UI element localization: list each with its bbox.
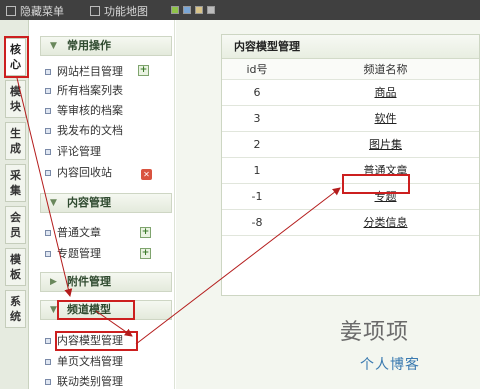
map-icon <box>90 6 100 16</box>
row-channel-name-cell: 图片集 <box>292 131 479 158</box>
bullet-icon <box>45 108 51 114</box>
function-map-button[interactable]: 功能地图 <box>90 3 148 19</box>
main-content: 内容模型管理 id号 频道名称 6 商品 3 软件 2 图片集 1 普通文章 -1 专题 … <box>176 20 480 389</box>
col-header-channel-name: 频道名称 <box>292 59 479 80</box>
bullet-icon <box>45 338 51 344</box>
channel-link[interactable]: 商品 <box>375 86 397 99</box>
tab-generate[interactable]: 生成 <box>5 122 26 160</box>
add-topic-icon[interactable]: + <box>140 248 151 259</box>
sidebar-item-label: 我发布的文档 <box>57 124 123 137</box>
bullet-icon <box>45 251 51 257</box>
theme-green-icon[interactable] <box>171 6 179 14</box>
sidebar-item-label: 等审核的档案 <box>57 104 123 117</box>
sidebar-item-label: 所有档案列表 <box>57 84 123 97</box>
table-row: 2 图片集 <box>222 131 479 158</box>
channel-link[interactable]: 软件 <box>375 112 397 125</box>
row-channel-name-cell: 软件 <box>292 105 479 132</box>
row-id: 2 <box>222 131 292 158</box>
chevron-down-icon: ▼ <box>50 305 57 315</box>
sidebar-item-normal-article[interactable]: 普通文章 <box>45 226 101 240</box>
row-channel-name-cell: 商品 <box>292 79 479 106</box>
bullet-icon <box>45 69 51 75</box>
bullet-icon <box>45 230 51 236</box>
add-article-icon[interactable]: + <box>140 227 151 238</box>
theme-blue-icon[interactable] <box>183 6 191 14</box>
chevron-down-icon: ▼ <box>50 41 57 51</box>
sidebar-item-topic-manage[interactable]: 专题管理 <box>45 247 101 261</box>
sidebar-item-comments[interactable]: 评论管理 <box>45 145 101 159</box>
highlight-channel-model <box>57 300 135 320</box>
sidebar-item-label: 专题管理 <box>57 247 101 260</box>
sidebar-item-label: 普通文章 <box>57 226 101 239</box>
function-map-label: 功能地图 <box>104 5 148 18</box>
content-model-panel: 内容模型管理 id号 频道名称 6 商品 3 软件 2 图片集 1 普通文章 -1 专题 … <box>221 34 480 296</box>
bullet-icon <box>45 379 51 385</box>
sidebar-item-my-documents[interactable]: 我发布的文档 <box>45 124 123 138</box>
highlight-content-model-manage <box>55 331 138 351</box>
sidebar-item-pending-archives[interactable]: 等审核的档案 <box>45 104 123 118</box>
row-id: 6 <box>222 79 292 106</box>
group-attachment-manage[interactable]: ▶ 附件管理 <box>40 272 172 292</box>
tab-module[interactable]: 模块 <box>5 80 26 118</box>
bullet-icon <box>45 359 51 365</box>
row-id: 1 <box>222 157 292 184</box>
add-column-icon[interactable]: + <box>138 65 149 76</box>
chevron-down-icon: ▼ <box>50 198 57 208</box>
sidebar-item-label: 单页文档管理 <box>57 355 123 368</box>
highlight-normal-article-row <box>342 174 410 194</box>
table-header-row: id号 频道名称 <box>222 59 479 80</box>
top-toolbar: 隐藏菜单 功能地图 <box>0 0 480 20</box>
row-channel-name-cell: 分类信息 <box>292 209 479 236</box>
hide-menu-label: 隐藏菜单 <box>20 5 64 18</box>
tab-system[interactable]: 系统 <box>5 290 26 328</box>
sidebar-item-linkage-category[interactable]: 联动类别管理 <box>45 375 123 389</box>
hide-menu-icon <box>6 6 16 16</box>
chevron-right-icon: ▶ <box>50 277 57 287</box>
sidebar-item-label: 联动类别管理 <box>57 375 123 388</box>
panel-title: 内容模型管理 <box>222 35 479 59</box>
bullet-icon <box>45 170 51 176</box>
bullet-icon <box>45 88 51 94</box>
watermark-subtitle: 个人博客 <box>360 357 420 373</box>
table-row: 6 商品 <box>222 79 479 106</box>
watermark-name: 姜项项 <box>340 320 410 345</box>
channel-link[interactable]: 分类信息 <box>364 216 408 229</box>
sidebar-item-label: 评论管理 <box>57 145 101 158</box>
theme-yellow-icon[interactable] <box>195 6 203 14</box>
tab-template[interactable]: 模板 <box>5 248 26 286</box>
group-content-label: 内容管理 <box>67 196 111 209</box>
sidebar-item-label: 内容回收站 <box>57 166 112 179</box>
group-attachment-label: 附件管理 <box>67 275 111 288</box>
col-header-id: id号 <box>222 59 292 80</box>
sidebar-menu: ▼ 常用操作 网站栏目管理 + 所有档案列表 等审核的档案 我发布的文档 评论管… <box>30 20 175 389</box>
delete-icon[interactable]: ✕ <box>141 169 152 180</box>
channel-link[interactable]: 图片集 <box>369 138 402 151</box>
row-id: 3 <box>222 105 292 132</box>
row-id: -1 <box>222 183 292 210</box>
group-common-operations[interactable]: ▼ 常用操作 <box>40 36 172 56</box>
bullet-icon <box>45 128 51 134</box>
tab-member[interactable]: 会员 <box>5 206 26 244</box>
group-common-label: 常用操作 <box>67 39 111 52</box>
group-content-manage[interactable]: ▼ 内容管理 <box>40 193 172 213</box>
bullet-icon <box>45 149 51 155</box>
hide-menu-button[interactable]: 隐藏菜单 <box>6 3 64 19</box>
highlight-core-tab <box>4 36 29 78</box>
content-model-table: id号 频道名称 6 商品 3 软件 2 图片集 1 普通文章 -1 专题 -8 分类信息 <box>222 59 479 236</box>
sidebar-item-label: 网站栏目管理 <box>57 65 123 78</box>
sidebar-item-column-manage[interactable]: 网站栏目管理 <box>45 65 123 79</box>
table-row: -8 分类信息 <box>222 209 479 236</box>
sidebar-item-recycle-bin[interactable]: 内容回收站 <box>45 166 112 180</box>
sidebar-item-single-page-manage[interactable]: 单页文档管理 <box>45 355 123 369</box>
sidebar-item-all-archives[interactable]: 所有档案列表 <box>45 84 123 98</box>
theme-gray-icon[interactable] <box>207 6 215 14</box>
tab-collect[interactable]: 采集 <box>5 164 26 202</box>
table-row: 3 软件 <box>222 105 479 132</box>
row-id: -8 <box>222 209 292 236</box>
